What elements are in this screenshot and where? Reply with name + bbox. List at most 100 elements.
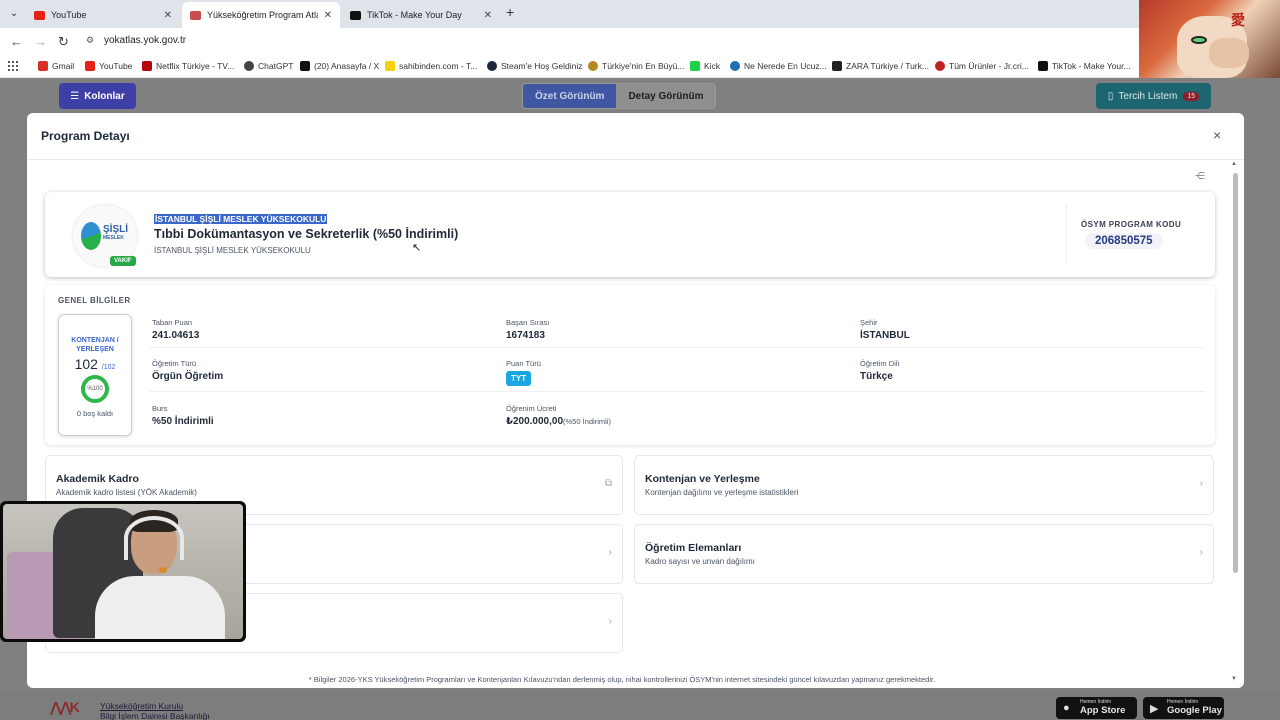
bookmark-jrcri[interactable]: Tüm Ürünler - Jr.cri... xyxy=(935,61,1029,71)
youtube-icon xyxy=(85,61,95,71)
kontenjan-label: KONTENJAN / YERLEŞEN xyxy=(71,337,119,353)
forward-icon[interactable]: → xyxy=(34,34,47,49)
field-value: Örgün Öğretim xyxy=(152,371,224,382)
view-toggle: Özet Görünüm Detay Görünüm xyxy=(522,83,717,109)
kick-icon xyxy=(690,61,700,71)
kolonlar-button[interactable]: ☰ Kolonlar xyxy=(59,83,136,109)
bookmark-gmail[interactable]: Gmail xyxy=(38,61,74,71)
program-code: 206850575 xyxy=(1085,233,1163,249)
field-ogretim-dili: Öğretim Dili Türkçe xyxy=(860,359,899,382)
yok-department: Bilgi İşlem Dairesi Başkanlığı xyxy=(100,711,210,720)
field-label: Burs xyxy=(152,404,168,413)
tab-tiktok[interactable]: TikTok - Make Your Day ✕ xyxy=(342,2,500,28)
google-play-button[interactable]: ▶ Hemen İndirin Google Play xyxy=(1143,697,1224,719)
site-icon xyxy=(935,61,945,71)
bookmark-steam[interactable]: Steam'e Hoş Geldiniz xyxy=(487,61,582,71)
bookmark-sahibinden[interactable]: sahibinden.com - T... xyxy=(385,61,477,71)
bookmark-netflix[interactable]: Netflix Türkiye - TV... xyxy=(142,61,234,71)
tab-yokatlas[interactable]: Yükseköğretim Program Atlası ✕ xyxy=(182,2,340,28)
bookmark-tiktok[interactable]: TikTok - Make Your... xyxy=(1038,61,1131,71)
zara-icon xyxy=(832,61,842,71)
ogretim-elemanlari-card[interactable]: Öğretim Elemanları Kadro sayısı ve unvan… xyxy=(634,524,1214,584)
kontenjan-box: KONTENJAN / YERLEŞEN 102 /102 %100 0 boş… xyxy=(58,314,132,436)
bookmark-turkiye[interactable]: Türkiye'nin En Büyü... xyxy=(588,61,684,71)
avatar-image: 愛 xyxy=(1139,0,1280,78)
close-icon[interactable]: × xyxy=(1213,127,1221,143)
sahibinden-icon xyxy=(385,61,395,71)
detay-view-button[interactable]: Detay Görünüm xyxy=(616,84,716,108)
section-heading: GENEL BİLGİLER xyxy=(58,296,131,305)
bos-kaldi: 0 boş kaldı xyxy=(76,409,114,418)
bookmark-nenerede[interactable]: Ne Nerede En Ucuz... xyxy=(730,61,827,71)
close-icon[interactable]: ✕ xyxy=(324,10,332,21)
bookmark-kick[interactable]: Kick xyxy=(690,61,720,71)
scroll-up-arrow[interactable]: ▲ xyxy=(1231,161,1237,167)
kontenjan-yerlesme-card[interactable]: Kontenjan ve Yerleşme Kontenjan dağılımı… xyxy=(634,455,1214,515)
field-label: Taban Puan xyxy=(152,318,193,327)
bookmark-label: Türkiye'nin En Büyü... xyxy=(602,61,685,71)
divider xyxy=(27,159,1244,160)
back-icon[interactable]: ← xyxy=(10,34,23,49)
bookmark-label: TikTok - Make Your... xyxy=(1052,61,1131,71)
webcam-overlay xyxy=(0,501,246,642)
card-title: Kontenjan ve Yerleşme xyxy=(645,473,760,485)
field-label: Başarı Sırası xyxy=(506,318,550,327)
field-value: 1674183 xyxy=(506,330,545,341)
field-value: İSTANBUL xyxy=(860,330,910,341)
youtube-icon xyxy=(34,10,45,20)
app-store-button[interactable]: ● Hemen İndirin App Store xyxy=(1056,697,1137,719)
ucret-amount: ₺200.000,00 xyxy=(506,416,564,427)
close-icon[interactable]: ✕ xyxy=(484,10,492,21)
kontenjan-count: 102 /102 xyxy=(59,356,131,372)
bookmark-label: YouTube xyxy=(99,61,133,71)
puan-turu-badge: TYT xyxy=(506,371,532,386)
share-icon[interactable]: ⋲ xyxy=(1195,171,1205,182)
field-value: ₺200.000,00(%50 İndirimli) xyxy=(506,416,611,427)
tab-youtube[interactable]: YouTube ✕ xyxy=(26,2,180,28)
ucret-note: (%50 İndirimli) xyxy=(563,417,611,426)
site-info-icon[interactable]: ⚙ xyxy=(86,35,94,46)
close-icon[interactable]: ✕ xyxy=(164,10,172,21)
tab-label: Yükseköğretim Program Atlası xyxy=(207,10,318,20)
webcam-person-body xyxy=(95,576,225,639)
card-title: Öğretim Elemanları xyxy=(645,542,742,554)
logo-mark xyxy=(81,222,101,250)
external-link-icon: ⧉ xyxy=(604,478,612,489)
scrollbar-thumb[interactable] xyxy=(1233,173,1238,573)
bookmark-label: ZARA Türkiye / Turk... xyxy=(846,61,929,71)
new-tab-button[interactable]: + xyxy=(506,4,514,20)
bookmark-zara[interactable]: ZARA Türkiye / Turk... xyxy=(832,61,929,71)
tiktok-icon xyxy=(350,10,361,20)
tab-label: YouTube xyxy=(51,10,87,20)
bookmark-youtube[interactable]: YouTube xyxy=(85,61,132,71)
tercih-listem-button[interactable]: ▯ Tercih Listem 15 xyxy=(1096,83,1211,109)
bookmark-label: Netflix Türkiye - TV... xyxy=(156,61,235,71)
scroll-down-arrow[interactable]: ▼ xyxy=(1231,676,1237,682)
tab-search-button[interactable]: ⌄ xyxy=(4,4,24,24)
mouse-cursor-icon: ↖ xyxy=(412,242,422,254)
reload-icon[interactable]: ↻ xyxy=(58,34,69,50)
apps-grid-icon[interactable] xyxy=(8,61,18,71)
program-header-card: ŞİŞLİ MESLEK VAKIF İSTANBUL ŞİŞLİ MESLEK … xyxy=(45,192,1215,277)
card-description: Akademik kadro listesi (YÖK Akademik) xyxy=(56,488,197,497)
divider xyxy=(149,391,1205,392)
avatar-eye xyxy=(1191,36,1207,44)
fill-percent: %100 xyxy=(87,386,103,392)
yok-link[interactable]: Yükseköğretim Kurulu xyxy=(100,701,183,711)
address-bar: ← → ↻ ⚙ yokatlas.yok.gov.tr xyxy=(0,28,1280,56)
bookmark-label: sahibinden.com - T... xyxy=(399,61,478,71)
vakif-badge: VAKIF xyxy=(110,256,136,266)
chevron-right-icon: › xyxy=(1199,478,1203,489)
bookmark-x[interactable]: (20) Anasayfa / X xyxy=(300,61,379,71)
ozet-view-button[interactable]: Özet Görünüm xyxy=(523,84,617,108)
url-field[interactable]: yokatlas.yok.gov.tr xyxy=(104,35,186,46)
site-icon xyxy=(588,61,598,71)
steam-icon xyxy=(487,61,497,71)
bookmark-label: Tüm Ürünler - Jr.cri... xyxy=(949,61,1029,71)
chatgpt-icon xyxy=(244,61,254,71)
bookmark-label: Kick xyxy=(704,61,721,71)
kolonlar-label: Kolonlar xyxy=(84,90,125,102)
field-value: 241.04613 xyxy=(152,330,200,341)
store-label: Google Play xyxy=(1167,705,1222,716)
bookmark-chatgpt[interactable]: ChatGPT xyxy=(244,61,293,71)
